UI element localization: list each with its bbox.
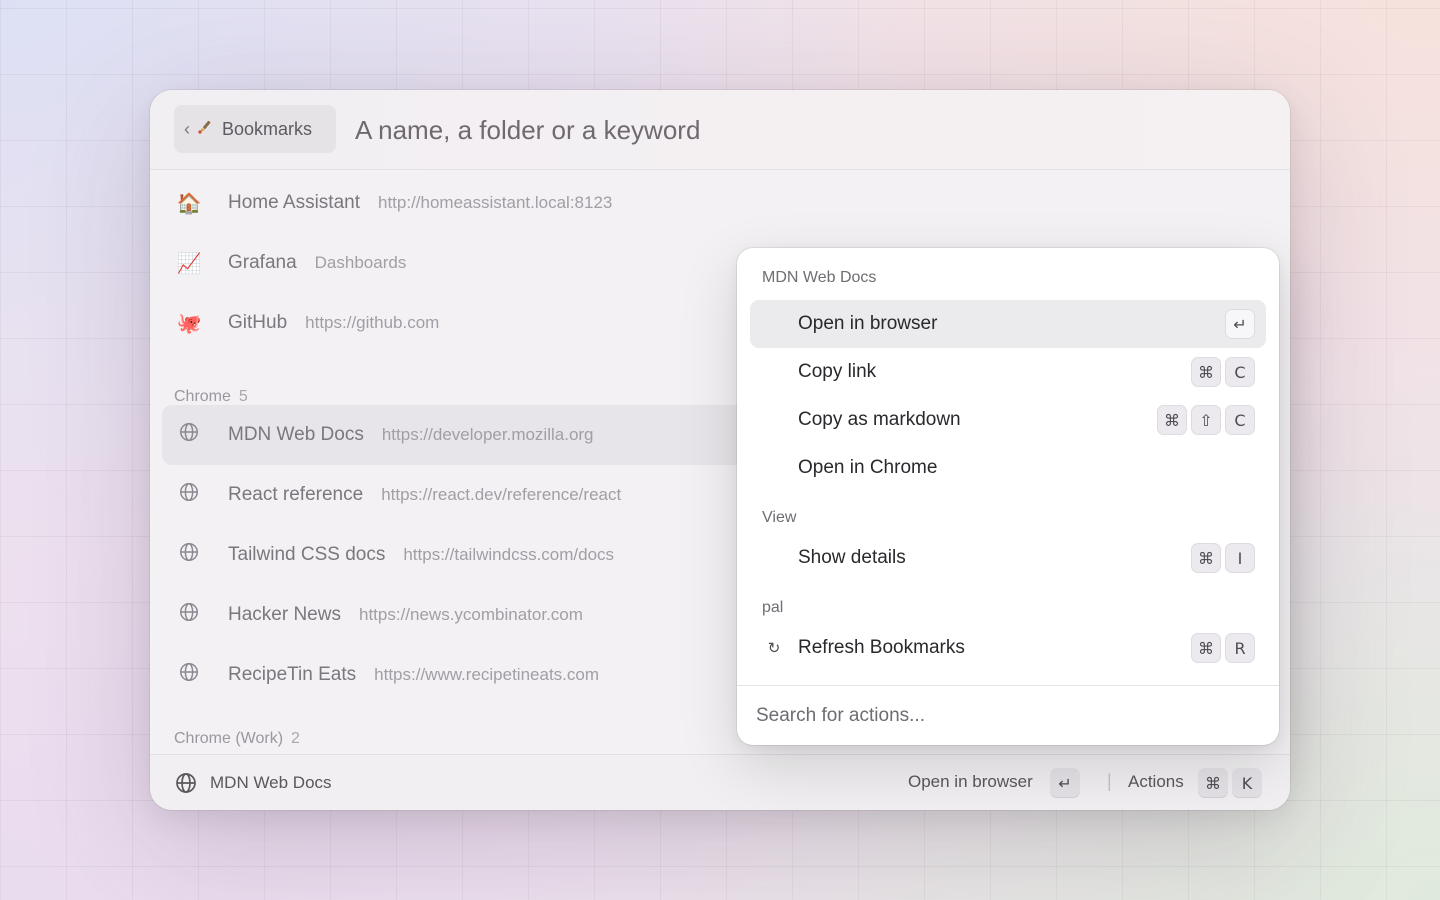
section-header-chrome-work: Chrome (Work) 2 <box>174 730 300 747</box>
globe-icon <box>174 661 204 689</box>
item-title: Hacker News <box>228 604 341 625</box>
shortcut-keys: ⌘ I <box>1191 543 1255 573</box>
shortcut-keys: ⌘ C <box>1191 357 1255 387</box>
actions-popover: MDN Web Docs Open in browser ↵ Copy link… <box>737 248 1279 745</box>
item-title: Grafana <box>228 252 297 273</box>
action-copy-link[interactable]: Copy link ⌘ C <box>750 348 1266 396</box>
footer-separator: | <box>1107 771 1112 791</box>
globe-icon <box>174 601 204 629</box>
item-title: RecipeTin Eats <box>228 664 357 685</box>
refresh-icon: ↻ <box>767 640 781 657</box>
c-key-hint: C <box>1225 405 1255 435</box>
back-button-label: Bookmarks <box>222 118 313 139</box>
k-key-hint: K <box>1232 768 1262 798</box>
item-subtitle: https://github.com <box>305 313 440 332</box>
popover-section-title: View <box>762 509 797 526</box>
list-item[interactable]: 🏠 Home Assistant http://homeassistant.lo… <box>162 173 1278 233</box>
globe-icon <box>174 421 204 449</box>
actions-search <box>737 685 1279 745</box>
globe-icon <box>174 541 204 569</box>
action-label: Show details <box>798 547 906 568</box>
item-subtitle: Dashboards <box>314 253 407 272</box>
chevron-left-icon: ‹ <box>184 118 190 139</box>
section-header-chrome: Chrome 5 <box>174 388 248 405</box>
command-key-hint: ⌘ <box>1191 357 1221 387</box>
action-open-in-chrome[interactable]: Open in Chrome <box>750 444 1266 492</box>
item-subtitle: https://news.ycombinator.com <box>358 605 583 624</box>
r-key-hint: R <box>1225 633 1255 663</box>
chart-icon: 📈 <box>176 252 202 275</box>
popover-section-title: pal <box>762 599 784 616</box>
bookmark-search-input[interactable] <box>355 108 1055 152</box>
section-count: 5 <box>238 388 248 405</box>
action-refresh-bookmarks[interactable]: ↻ Refresh Bookmarks ⌘ R <box>750 624 1266 672</box>
command-key-hint: ⌘ <box>1191 543 1221 573</box>
command-key-hint: ⌘ <box>1157 405 1187 435</box>
shortcut-keys: ↵ <box>1225 309 1255 339</box>
action-bar: MDN Web Docs Open in browser ↵ | Actions… <box>150 754 1290 810</box>
action-open-in-browser[interactable]: Open in browser ↵ <box>750 300 1266 348</box>
c-key-hint: C <box>1225 357 1255 387</box>
action-show-details[interactable]: Show details ⌘ I <box>750 534 1266 582</box>
house-icon: 🏠 <box>176 192 202 215</box>
enter-key-hint: ↵ <box>1225 309 1255 339</box>
search-bar: ‹ Bookmarks <box>150 90 1290 170</box>
bookmark-brush-icon <box>196 118 214 141</box>
shortcut-keys: ⌘ R <box>1191 633 1255 663</box>
action-copy-as-markdown[interactable]: Copy as markdown ⌘ ⇧ C <box>750 396 1266 444</box>
item-title: GitHub <box>228 312 288 333</box>
item-subtitle: https://developer.mozilla.org <box>381 425 594 444</box>
item-subtitle: https://react.dev/reference/react <box>381 485 622 504</box>
action-label: Copy as markdown <box>798 409 961 430</box>
popover-section-title: MDN Web Docs <box>762 269 877 286</box>
item-title: React reference <box>228 484 364 505</box>
section-count: 2 <box>291 730 300 747</box>
action-label: Open in browser <box>798 313 938 334</box>
globe-icon <box>174 481 204 509</box>
selected-item-title: MDN Web Docs <box>210 773 332 792</box>
back-button[interactable]: ‹ Bookmarks <box>174 105 336 153</box>
shift-key-hint: ⇧ <box>1191 405 1221 435</box>
octopus-icon: 🐙 <box>176 312 202 335</box>
item-title: MDN Web Docs <box>228 424 364 445</box>
i-key-hint: I <box>1225 543 1255 573</box>
action-label: Copy link <box>798 361 877 382</box>
shortcut-keys: ⌘ ⇧ C <box>1157 405 1255 435</box>
actions-search-input[interactable] <box>756 700 1256 732</box>
command-key-hint: ⌘ <box>1198 768 1228 798</box>
item-subtitle: https://tailwindcss.com/docs <box>403 545 615 564</box>
globe-icon <box>174 771 198 795</box>
item-title: Tailwind CSS docs <box>228 544 386 565</box>
item-subtitle: https://www.recipetineats.com <box>374 665 600 684</box>
action-label: Refresh Bookmarks <box>798 637 965 658</box>
item-title: Home Assistant <box>228 192 360 213</box>
primary-action-button[interactable]: Open in browser <box>908 772 1033 792</box>
command-key-hint: ⌘ <box>1191 633 1221 663</box>
enter-key-hint: ↵ <box>1050 768 1080 798</box>
actions-button[interactable]: Actions <box>1128 772 1184 792</box>
action-label: Open in Chrome <box>798 457 938 478</box>
item-subtitle: http://homeassistant.local:8123 <box>378 193 613 212</box>
